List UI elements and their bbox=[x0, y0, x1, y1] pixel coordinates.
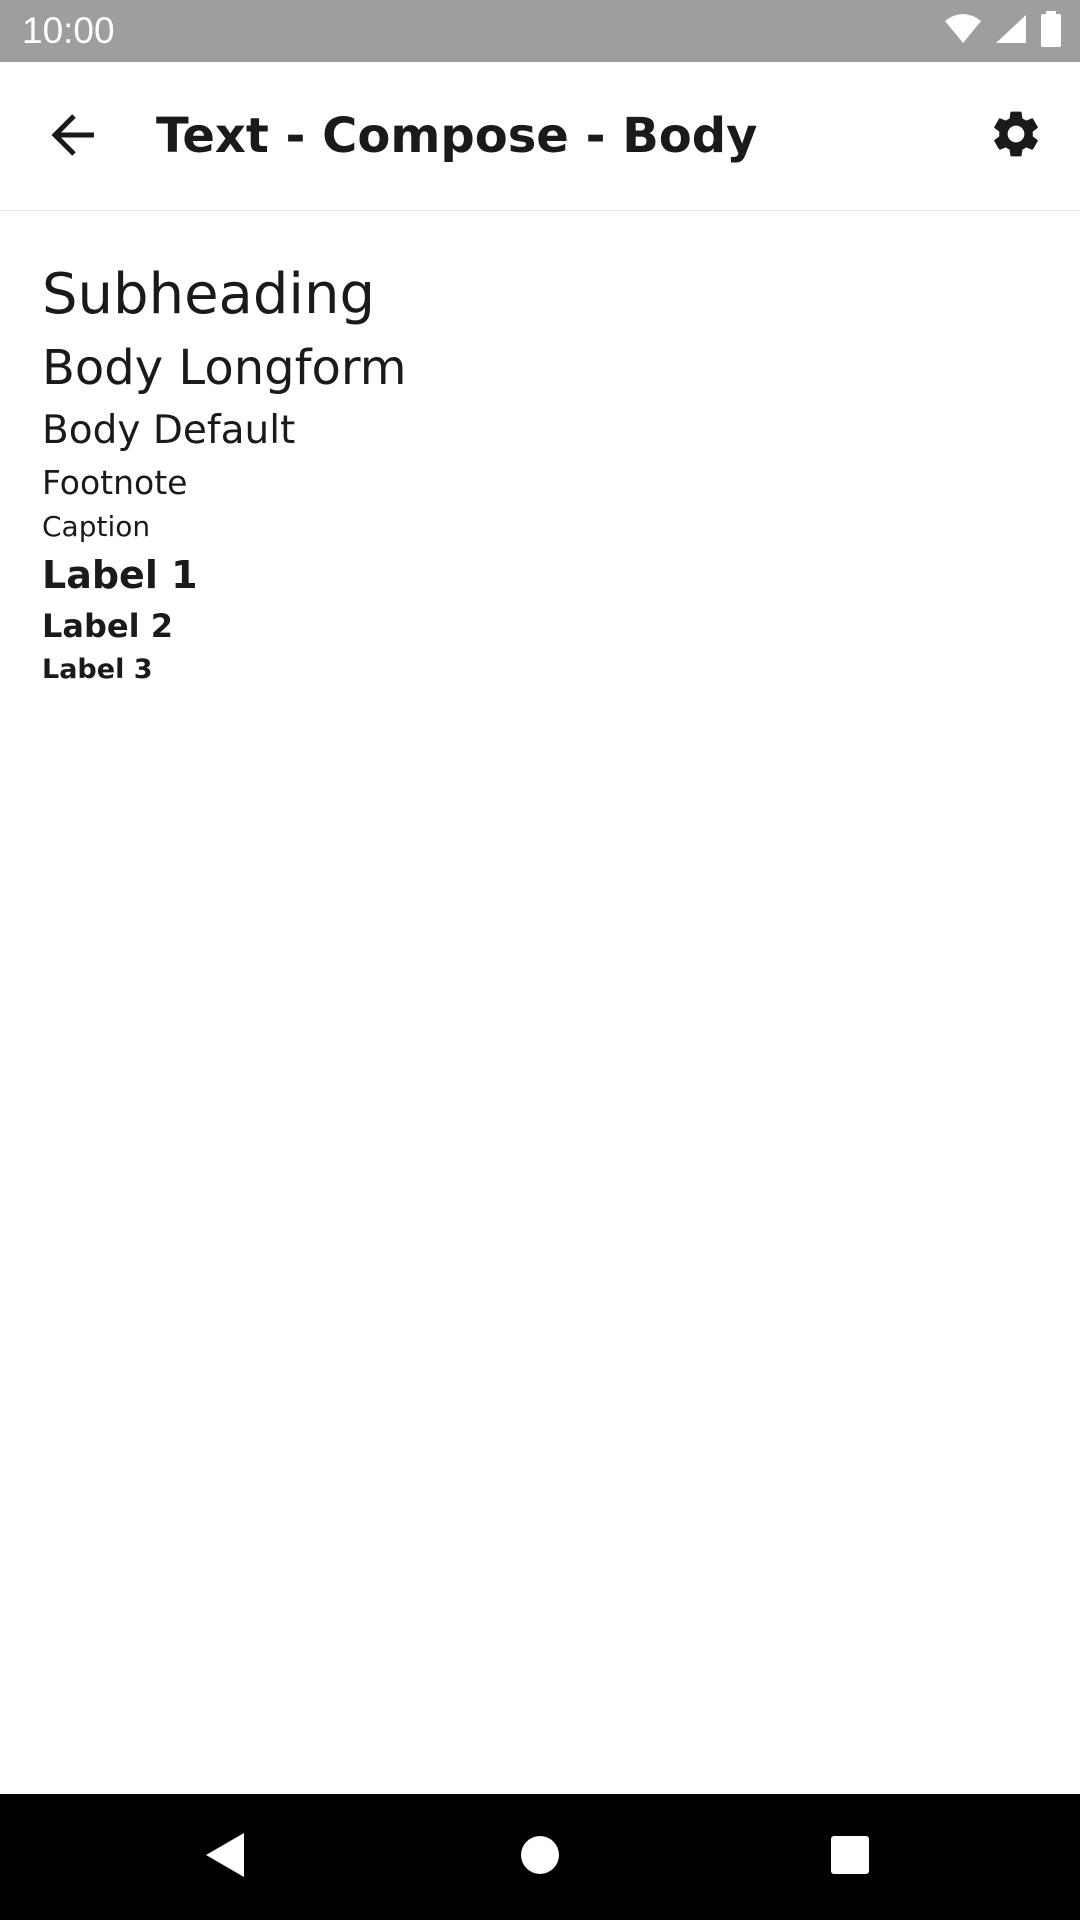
gear-icon bbox=[988, 106, 1044, 167]
settings-button[interactable] bbox=[978, 98, 1054, 174]
page-title: Text - Compose - Body bbox=[156, 108, 758, 164]
nav-back-icon bbox=[204, 1831, 248, 1884]
caption-sample: Caption bbox=[42, 510, 151, 543]
status-icons bbox=[944, 10, 1062, 52]
subheading-sample: Subheading bbox=[42, 262, 375, 327]
label-2-sample: Label 2 bbox=[42, 607, 173, 645]
status-time: 10:00 bbox=[22, 10, 115, 51]
nav-home-icon bbox=[520, 1835, 560, 1880]
label-3-sample: Label 3 bbox=[42, 654, 153, 685]
cellular-signal-icon bbox=[994, 13, 1028, 50]
nav-recents-icon bbox=[830, 1835, 870, 1880]
footnote-sample: Footnote bbox=[42, 463, 188, 502]
status-bar: 10:00 bbox=[0, 0, 1080, 62]
label-1-sample: Label 1 bbox=[42, 553, 198, 597]
arrow-back-icon bbox=[50, 113, 98, 162]
screen: 10:00 Text - Compose - Body Subheading B… bbox=[0, 0, 1080, 1920]
battery-icon bbox=[1040, 10, 1062, 52]
app-bar: Text - Compose - Body bbox=[0, 62, 1080, 211]
wifi-icon bbox=[944, 13, 982, 50]
typography-list: Subheading Body Longform Body Default Fo… bbox=[0, 211, 1080, 1793]
body-default-sample: Body Default bbox=[42, 408, 296, 453]
nav-home-button[interactable] bbox=[500, 1822, 580, 1892]
nav-back-button[interactable] bbox=[186, 1822, 266, 1892]
body-longform-sample: Body Longform bbox=[42, 340, 407, 396]
system-nav-bar bbox=[0, 1794, 1080, 1920]
nav-recents-button[interactable] bbox=[810, 1822, 890, 1892]
back-button[interactable] bbox=[26, 99, 122, 175]
